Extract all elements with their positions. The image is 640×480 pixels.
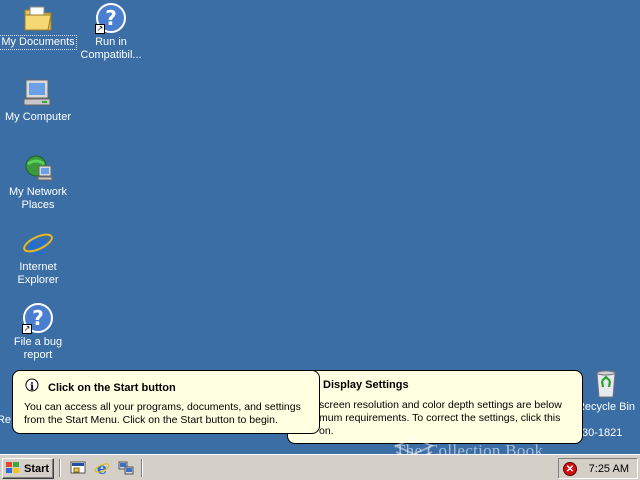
internet-explorer-icon: e	[22, 227, 54, 262]
svg-text:?: ?	[105, 6, 117, 30]
balloon-title: Display Settings	[323, 379, 409, 391]
svg-text:e: e	[28, 227, 47, 259]
icon-label: My Computer	[4, 111, 72, 123]
taskbar: Start e ✕ 7:25 AM	[0, 454, 640, 480]
icon-label: Run in Compatibil...	[80, 36, 142, 61]
computer-icon	[22, 77, 54, 109]
icon-label: My Network Places	[8, 186, 68, 211]
my-documents-shortcut[interactable]: My Documents	[0, 2, 77, 50]
taskbar-separator	[59, 459, 61, 477]
system-tray: ✕ 7:25 AM	[558, 458, 638, 479]
network-icon[interactable]	[118, 460, 134, 476]
internet-explorer-icon[interactable]: e	[94, 460, 110, 476]
info-icon: i	[25, 378, 39, 393]
recycle-bin-icon	[590, 367, 622, 399]
balloon-body-line: on.	[319, 425, 334, 437]
icon-label: Re	[0, 414, 12, 426]
svg-text:?: ?	[32, 306, 44, 330]
error-icon[interactable]: ✕	[563, 462, 577, 476]
help-shortcut-icon: ? ↗	[22, 302, 54, 334]
shortcut-arrow-icon: ↗	[95, 24, 105, 34]
balloon-body-line: mum requirements. To correct the setting…	[319, 412, 561, 424]
balloon-title: Click on the Start button	[48, 382, 176, 394]
network-places-icon	[22, 152, 54, 184]
svg-text:i: i	[30, 382, 34, 393]
icon-label: File a bug report	[13, 336, 63, 361]
my-network-places-shortcut[interactable]: My Network Places	[0, 152, 76, 212]
shortcut-arrow-icon: ↗	[22, 324, 32, 334]
recycle-bin-overlay-text: 30-1821	[582, 427, 623, 439]
file-a-bug-report-shortcut[interactable]: ? ↗ File a bug report	[0, 302, 76, 362]
internet-explorer-shortcut[interactable]: e Internet Explorer	[0, 227, 76, 287]
folder-documents-icon	[22, 2, 54, 34]
svg-text:e: e	[97, 460, 107, 476]
start-button-balloon[interactable]: i Click on the Start button You can acce…	[12, 370, 320, 434]
show-desktop-icon[interactable]	[70, 460, 86, 476]
run-in-compatibility-shortcut[interactable]: ? ↗ Run in Compatibil...	[73, 2, 149, 62]
icon-label: Internet Explorer	[17, 261, 59, 286]
desktop[interactable]: My Documents ? ↗ Run in Compatibil... My…	[0, 0, 640, 454]
icon-label: Recycle Bin	[576, 401, 636, 413]
windows-flag-icon	[6, 462, 21, 475]
balloon-body-line: screen resolution and color depth settin…	[319, 399, 562, 411]
taskbar-separator	[141, 459, 143, 477]
help-shortcut-icon: ? ↗	[95, 2, 127, 34]
clock[interactable]: 7:25 AM	[589, 463, 629, 475]
start-button[interactable]: Start	[2, 458, 54, 479]
my-computer-shortcut[interactable]: My Computer	[0, 77, 76, 124]
balloon-body: screen resolution and color depth settin…	[319, 399, 562, 438]
icon-label: My Documents	[0, 35, 77, 50]
start-label: Start	[24, 462, 50, 475]
balloon-body: You can access all your programs, docume…	[24, 401, 301, 426]
